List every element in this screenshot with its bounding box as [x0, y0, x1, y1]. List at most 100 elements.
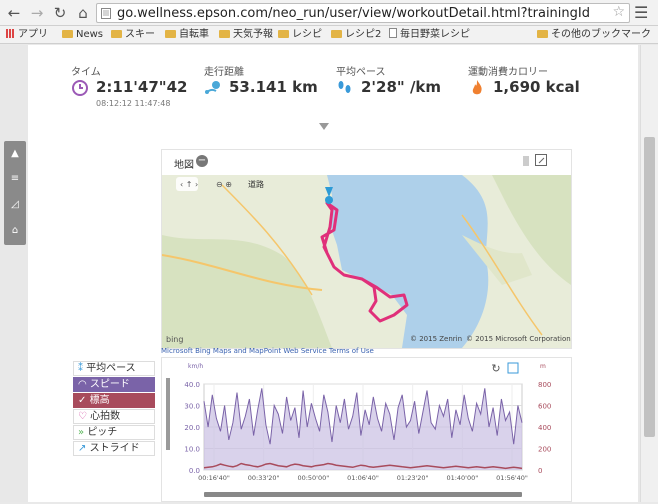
- stat-label: 運動消費カロリー: [468, 67, 548, 78]
- page-body: ▲ ≡ ◿ ⌂ タイム 2:11'47"42 08:12:12 11:47:48…: [0, 45, 640, 502]
- page-icon: [389, 28, 397, 38]
- stride-icon: ↗: [78, 443, 87, 454]
- bookmark-icon[interactable]: [523, 156, 529, 166]
- chart-export-icon: [507, 362, 519, 374]
- stat-time: タイム 2:11'47"42 08:12:12 11:47:48: [71, 63, 187, 108]
- legend-item-speed[interactable]: ◠ スピード: [73, 377, 155, 392]
- chart-range-scrollbar: [204, 492, 522, 497]
- legend-item-stride[interactable]: ↗ ストライド: [73, 441, 155, 456]
- stat-value: 53.141 km: [229, 78, 318, 96]
- stat-value: 2:11'47"42: [96, 78, 188, 96]
- browser-toolbar: ← → ↻ ⌂ go.wellness.epson.com/neo_run/us…: [0, 0, 658, 26]
- bookmark-folder[interactable]: News: [62, 28, 103, 42]
- legend-item-pace[interactable]: ⁑ 平均ペース: [73, 361, 155, 376]
- chart-reset-icon: ↻: [491, 362, 500, 375]
- x-tick-label: 00:33'20": [248, 474, 280, 482]
- left-tick-label: 40.0: [184, 381, 200, 389]
- folder-icon: [111, 30, 122, 38]
- folder-icon: [331, 30, 342, 38]
- home-icon[interactable]: ⌂: [8, 224, 22, 238]
- stat-label: 平均ペース: [336, 67, 386, 78]
- bookmark-page[interactable]: 毎日野菜レシピ: [389, 28, 470, 42]
- side-toolbar: ▲ ≡ ◿ ⌂: [4, 141, 26, 245]
- folder-icon: [62, 30, 73, 38]
- footsteps-icon: [338, 81, 351, 93]
- folder-icon: [278, 30, 289, 38]
- right-tick-label: 400: [538, 424, 551, 432]
- address-bar[interactable]: go.wellness.epson.com/neo_run/user/view/…: [96, 3, 630, 23]
- svg-text:‹ ↑ ›: ‹ ↑ ›: [180, 180, 198, 189]
- scroll-top-icon[interactable]: ▲: [8, 147, 22, 161]
- left-axis-unit: km/h: [188, 363, 203, 370]
- expand-arrow-icon[interactable]: [319, 123, 329, 130]
- right-tick-label: 600: [538, 403, 551, 411]
- x-tick-label: 01:56'40": [496, 474, 528, 482]
- speed-altitude-chart[interactable]: km/h m↻40.0 80030.0 60020.0 40010.0 2000.0 000…: [162, 358, 571, 501]
- chart-zoom-handle: [166, 378, 170, 450]
- bookmark-folder[interactable]: 自転車: [165, 28, 209, 42]
- stat-distance: 走行距離 53.141 km: [204, 63, 318, 96]
- distance-pin-icon: [205, 81, 220, 94]
- folder-icon: [219, 30, 230, 38]
- x-tick-label: 01:23'20": [397, 474, 429, 482]
- graph-icon[interactable]: ◿: [8, 198, 22, 212]
- stat-pace: 平均ペース 2'28" /km: [336, 63, 441, 96]
- stat-calories: 運動消費カロリー 1,690 kcal: [468, 63, 580, 96]
- page-icon: [101, 8, 111, 19]
- bing-logo: bing: [166, 335, 184, 344]
- flame-icon: [472, 80, 482, 95]
- page-scrollbar[interactable]: [640, 45, 658, 502]
- legend-item-altitude[interactable]: ✓ 標高: [73, 393, 155, 408]
- map-layer-select[interactable]: 道路: [248, 179, 264, 190]
- reload-icon[interactable]: ↻: [50, 3, 70, 23]
- url-text[interactable]: go.wellness.epson.com/neo_run/user/view/…: [117, 5, 609, 22]
- footsteps-icon: ⁑: [78, 363, 83, 374]
- heart-icon: ♡: [78, 411, 87, 422]
- pitch-icon: »: [78, 427, 85, 438]
- folder-icon: [537, 30, 548, 38]
- stat-value: 1,690 kcal: [493, 78, 580, 96]
- right-tick-label: 200: [538, 446, 551, 454]
- collapse-map-icon[interactable]: −: [196, 155, 208, 167]
- x-tick-label: 01:40'00": [446, 474, 478, 482]
- bookmark-folder[interactable]: レシピ2: [331, 28, 381, 42]
- legend-item-heart-rate[interactable]: ♡ 心拍数: [73, 409, 155, 424]
- workout-detail: タイム 2:11'47"42 08:12:12 11:47:48 走行距離 53…: [28, 45, 638, 502]
- home-icon[interactable]: ⌂: [73, 3, 93, 23]
- chart-panel: km/h m ↻ 40.0 800 30.0 600 20.0 400 10.0 200 0.0 0 00…: [161, 357, 572, 502]
- bookmark-star-icon[interactable]: ☆: [612, 4, 625, 20]
- map-copyright-zenrin: © 2015 Zenrin: [410, 335, 463, 343]
- list-icon[interactable]: ≡: [8, 172, 22, 186]
- scrollbar-thumb[interactable]: [644, 137, 655, 437]
- bookmarks-bar: アプリ News スキー 自転車 天気予報 レシピ レシピ2 毎日野菜レシピ そ…: [0, 26, 658, 44]
- browser-menu-icon[interactable]: ☰: [634, 3, 648, 23]
- x-tick-label: 00:50'00": [297, 474, 329, 482]
- altitude-icon: ✓: [78, 395, 87, 406]
- bookmark-other[interactable]: その他のブックマーク: [537, 28, 651, 42]
- right-tick-label: 800: [538, 381, 551, 389]
- back-arrow-icon[interactable]: ←: [4, 3, 24, 23]
- stat-subtext: 08:12:12 11:47:48: [96, 99, 171, 108]
- legend-item-pitch[interactable]: » ピッチ: [73, 425, 155, 440]
- apps-grid-icon: [6, 29, 15, 38]
- right-axis-unit: m: [540, 363, 546, 370]
- bookmark-apps[interactable]: アプリ: [6, 28, 48, 42]
- chart-legend: ⁑ 平均ペース ◠ スピード ✓ 標高 ♡ 心拍数 » ピッチ ↗ ストライド: [73, 361, 155, 457]
- bookmark-folder[interactable]: レシピ: [278, 28, 322, 42]
- stat-label: 走行距離: [204, 67, 244, 78]
- left-tick-label: 30.0: [184, 403, 200, 411]
- map-canvas[interactable]: ‹ ↑ › ⊖ ⊕ 道路 bing © 2015 Zenrin © 2015 M…: [162, 175, 571, 348]
- left-tick-label: 20.0: [184, 424, 200, 432]
- stat-label: タイム: [71, 67, 101, 78]
- fullscreen-icon[interactable]: [535, 154, 547, 166]
- clock-icon: [72, 80, 88, 96]
- forward-arrow-icon[interactable]: →: [27, 3, 47, 23]
- map-terms-link[interactable]: Microsoft Bing Maps and MapPoint Web Ser…: [161, 347, 374, 355]
- speedometer-icon: ◠: [78, 379, 87, 390]
- x-tick-label: 00:16'40": [198, 474, 230, 482]
- bookmark-folder[interactable]: 天気予報: [219, 28, 273, 42]
- map-panel: 地図 − ‹ ↑ › ⊖ ⊕ 道路 bing © 2015 Zenrin © 2…: [161, 149, 572, 349]
- bookmark-folder[interactable]: スキー: [111, 28, 155, 42]
- map-copyright-microsoft: © 2015 Microsoft Corporation: [466, 335, 571, 343]
- stat-value: 2'28" /km: [361, 78, 442, 96]
